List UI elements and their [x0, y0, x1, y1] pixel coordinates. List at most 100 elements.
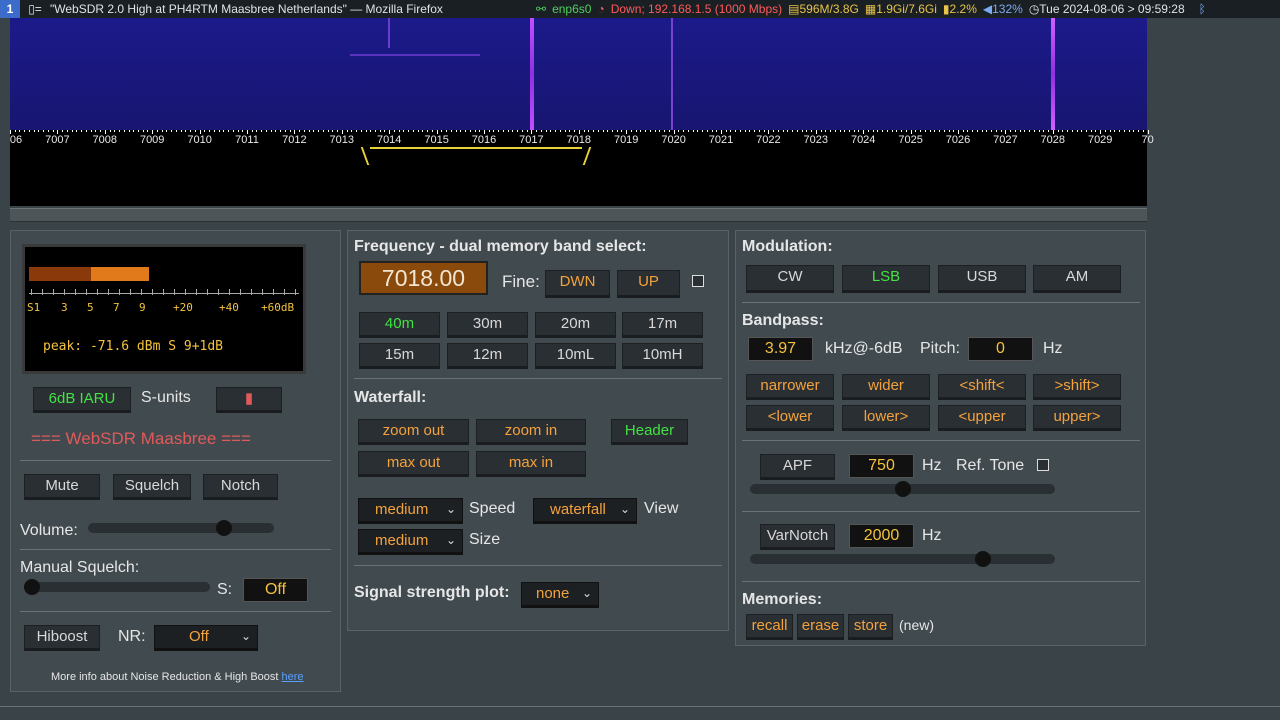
volume-knob[interactable] — [216, 520, 232, 536]
scale-minor-tick — [152, 130, 154, 132]
squelch-knob[interactable] — [24, 579, 40, 595]
bandpass-button[interactable]: upper> — [1033, 405, 1121, 431]
scale-minor-tick — [62, 130, 64, 132]
apf-slider[interactable] — [750, 481, 1055, 497]
scale-minor-tick — [47, 130, 49, 132]
scale-minor-tick — [474, 130, 476, 132]
smeter-label: +60dB — [261, 301, 295, 314]
squelch-slider[interactable] — [24, 579, 210, 595]
band-button-17m[interactable]: 17m — [622, 312, 703, 338]
scale-minor-tick — [531, 130, 533, 132]
varnotch-knob[interactable] — [975, 551, 991, 567]
mode-button-usb[interactable]: USB — [938, 265, 1026, 293]
volume-slider[interactable] — [88, 520, 274, 536]
scale-label: 7026 — [945, 134, 971, 146]
smeter-tick — [86, 289, 87, 295]
pitch-value[interactable]: 0 — [968, 337, 1033, 361]
zoom-out-button[interactable]: zoom out — [358, 419, 469, 445]
frequency-scale[interactable]: 06 7007 7008 7009 7010 7011 7012 7013 7014 7015 70… — [10, 130, 1154, 206]
size-select[interactable]: medium ⌄ — [358, 529, 463, 555]
bandpass-button[interactable]: lower> — [842, 405, 930, 431]
smeter-tick — [284, 289, 285, 295]
varnotch-button[interactable]: VarNotch — [760, 524, 835, 550]
bandpass-button[interactable]: >shift> — [1033, 374, 1121, 400]
erase-button[interactable]: erase — [797, 614, 844, 640]
scale-minor-tick — [318, 130, 320, 132]
fine-checkbox[interactable] — [692, 275, 704, 287]
scale-minor-tick — [891, 130, 893, 132]
mode-button-am[interactable]: AM — [1033, 265, 1121, 293]
varnotch-slider[interactable] — [750, 551, 1055, 567]
scale-minor-tick — [251, 130, 253, 132]
scale-minor-tick — [1114, 130, 1116, 132]
band-button-40m[interactable]: 40m — [359, 312, 440, 338]
scale-minor-tick — [806, 130, 808, 132]
band-button-10mL[interactable]: 10mL — [535, 343, 616, 369]
band-button-30m[interactable]: 30m — [447, 312, 528, 338]
bandpass-button[interactable]: <lower — [746, 405, 834, 431]
divider — [742, 440, 1140, 441]
bluetooth-icon[interactable]: ᛒ — [1199, 2, 1206, 16]
size-value: medium — [375, 532, 429, 549]
ssplot-select[interactable]: none ⌄ — [521, 582, 599, 608]
apf-knob[interactable] — [895, 481, 911, 497]
band-button-15m[interactable]: 15m — [359, 343, 440, 369]
scale-minor-tick — [57, 130, 59, 132]
scale-label: 7016 — [471, 134, 497, 146]
scale-minor-tick — [1104, 130, 1106, 132]
scale-minor-tick — [398, 130, 400, 132]
apf-button[interactable]: APF — [760, 454, 835, 480]
divider — [742, 511, 1140, 512]
mute-button[interactable]: Mute — [24, 474, 100, 500]
volume-icon: ◀ — [982, 2, 993, 16]
mode-button-lsb[interactable]: LSB — [842, 265, 930, 293]
apf-value[interactable]: 750 — [849, 454, 914, 478]
scale-minor-tick — [1119, 130, 1121, 132]
bandpass-button[interactable]: narrower — [746, 374, 834, 400]
iaru-button[interactable]: 6dB IARU — [33, 387, 131, 413]
varnotch-value[interactable]: 2000 — [849, 524, 914, 548]
scale-minor-tick — [920, 130, 922, 132]
bandpass-button[interactable]: wider — [842, 374, 930, 400]
max-in-button[interactable]: max in — [476, 451, 586, 477]
scale-label: 7010 — [187, 134, 212, 146]
scale-minor-tick — [313, 130, 315, 132]
band-button-20m[interactable]: 20m — [535, 312, 616, 338]
scale-minor-tick — [725, 130, 727, 132]
frequency-title: Frequency - dual memory band select: — [354, 238, 647, 255]
fine-down-button[interactable]: DWN — [545, 270, 610, 298]
mode-button-cw[interactable]: CW — [746, 265, 834, 293]
scale-minor-tick — [488, 130, 490, 132]
band-button-10mH[interactable]: 10mH — [622, 343, 703, 369]
hiboost-button[interactable]: Hiboost — [24, 625, 100, 651]
workspace-indicator[interactable]: 1 — [0, 0, 20, 18]
frequency-input[interactable]: 7018.00 — [359, 261, 488, 295]
separator-bar[interactable] — [10, 208, 1147, 222]
signal-trace — [388, 18, 390, 48]
passband-marker[interactable] — [370, 147, 582, 165]
scale-minor-tick — [540, 130, 542, 132]
zoom-in-button[interactable]: zoom in — [476, 419, 586, 445]
squelch-button[interactable]: Squelch — [113, 474, 191, 500]
reftone-checkbox[interactable] — [1037, 459, 1049, 471]
smeter-bar — [91, 267, 149, 281]
speed-select[interactable]: medium ⌄ — [358, 498, 463, 524]
max-out-button[interactable]: max out — [358, 451, 469, 477]
waterfall-display[interactable] — [10, 18, 1147, 130]
header-button[interactable]: Header — [611, 419, 688, 445]
notch-button[interactable]: Notch — [203, 474, 278, 500]
band-button-12m[interactable]: 12m — [447, 343, 528, 369]
bandpass-button[interactable]: <shift< — [938, 374, 1026, 400]
scale-minor-tick — [739, 130, 741, 132]
store-button[interactable]: store — [848, 614, 893, 640]
fine-up-button[interactable]: UP — [617, 270, 680, 298]
nr-select[interactable]: Off ⌄ — [154, 625, 258, 651]
info-link[interactable]: here — [282, 671, 304, 683]
scale-minor-tick — [896, 130, 898, 132]
scale-minor-tick — [1000, 130, 1002, 132]
bandpass-button[interactable]: <upper — [938, 405, 1026, 431]
view-select[interactable]: waterfall ⌄ — [533, 498, 637, 524]
scale-minor-tick — [455, 130, 457, 132]
recall-button[interactable]: recall — [746, 614, 793, 640]
bookmark-button[interactable]: ▮ — [216, 387, 282, 413]
